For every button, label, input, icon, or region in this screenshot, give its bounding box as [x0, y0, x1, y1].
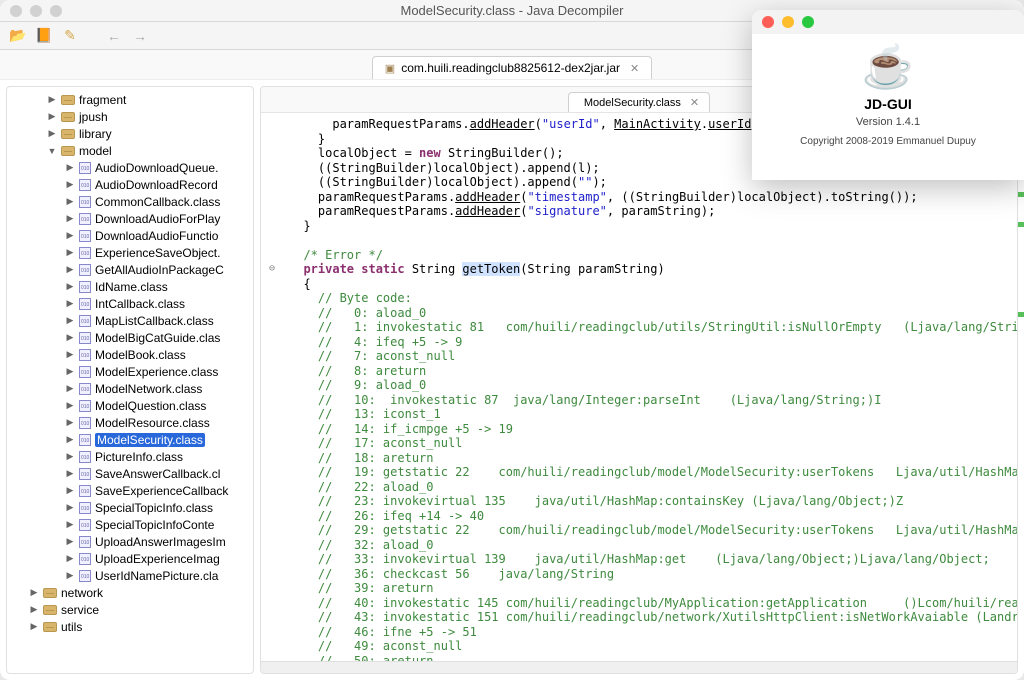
about-copyright: Copyright 2008-2019 Emmanuel Dupuy — [800, 136, 976, 147]
editor-tab[interactable]: ModelSecurity.class ✕ — [568, 92, 710, 112]
minimize-button[interactable] — [30, 5, 42, 17]
tree-item-class[interactable]: ▶DownloadAudioFunctio — [7, 227, 253, 244]
open-file-icon[interactable]: 📂 — [8, 26, 28, 46]
tree-item-class[interactable]: ▶SaveAnswerCallback.cl — [7, 465, 253, 482]
tree-item-network[interactable]: ▶network — [7, 584, 253, 601]
tree-item-class[interactable]: ▶CommonCallback.class — [7, 193, 253, 210]
tree-item-class[interactable]: ▶AudioDownloadQueue. — [7, 159, 253, 176]
class-icon — [79, 179, 91, 191]
class-icon — [79, 247, 91, 259]
marker[interactable] — [1018, 222, 1024, 227]
tree-item-class[interactable]: ▶IntCallback.class — [7, 295, 253, 312]
close-button[interactable] — [10, 5, 22, 17]
tree-item-class[interactable]: ▶IdName.class — [7, 278, 253, 295]
class-icon — [79, 570, 91, 582]
package-icon — [43, 588, 57, 598]
class-icon — [79, 451, 91, 463]
package-icon — [61, 95, 75, 105]
tree-item-class[interactable]: ▶ModelNetwork.class — [7, 380, 253, 397]
tree-item-class[interactable]: ▶UploadAnswerImagesIm — [7, 533, 253, 550]
class-icon — [79, 383, 91, 395]
package-icon — [61, 146, 75, 156]
package-tree[interactable]: ▶fragment ▶jpush ▶library ▼model ▶AudioD… — [6, 86, 254, 674]
package-icon — [43, 622, 57, 632]
tree-item-class[interactable]: ▶ModelSecurity.class — [7, 431, 253, 448]
class-icon — [79, 230, 91, 242]
class-icon — [79, 536, 91, 548]
marker[interactable] — [1018, 192, 1024, 197]
class-icon — [79, 366, 91, 378]
tree-item-class[interactable]: ▶SaveExperienceCallback — [7, 482, 253, 499]
tree-item-model[interactable]: ▼model — [7, 142, 253, 159]
tree-item-utils[interactable]: ▶utils — [7, 618, 253, 635]
tree-item-jpush[interactable]: ▶jpush — [7, 108, 253, 125]
class-icon — [79, 553, 91, 565]
zoom-button[interactable] — [50, 5, 62, 17]
close-tab-icon[interactable]: ✕ — [630, 62, 639, 75]
marker[interactable] — [1018, 312, 1024, 317]
class-icon — [79, 502, 91, 514]
tree-item-class[interactable]: ▶ExperienceSaveObject. — [7, 244, 253, 261]
tree-item-class[interactable]: ▶MapListCallback.class — [7, 312, 253, 329]
tree-item-class[interactable]: ▶DownloadAudioForPlay — [7, 210, 253, 227]
about-window: ☕ JD-GUI Version 1.4.1 Copyright 2008-20… — [752, 10, 1024, 180]
code-editor[interactable]: paramRequestParams.addHeader("userId", M… — [261, 113, 1017, 661]
java-coffee-icon: ☕ — [862, 42, 914, 92]
close-editor-tab-icon[interactable]: ✕ — [690, 96, 699, 109]
package-icon — [61, 129, 75, 139]
class-icon — [79, 162, 91, 174]
package-icon — [61, 112, 75, 122]
tree-item-class[interactable]: ▶AudioDownloadRecord — [7, 176, 253, 193]
about-titlebar — [752, 10, 1024, 34]
back-icon[interactable]: ← — [104, 26, 124, 46]
jar-icon: ▣ — [385, 62, 395, 75]
tree-item-class[interactable]: ▶GetAllAudioInPackageC — [7, 261, 253, 278]
class-icon — [79, 281, 91, 293]
class-icon — [79, 315, 91, 327]
tree-item-class[interactable]: ▶PictureInfo.class — [7, 448, 253, 465]
tree-item-service[interactable]: ▶service — [7, 601, 253, 618]
forward-icon[interactable]: → — [130, 26, 150, 46]
class-icon — [79, 349, 91, 361]
class-icon — [79, 400, 91, 412]
class-icon — [79, 298, 91, 310]
tree-item-class[interactable]: ▶UploadExperienceImag — [7, 550, 253, 567]
class-icon — [79, 332, 91, 344]
jar-tab-label: com.huili.readingclub8825612-dex2jar.jar — [401, 61, 620, 75]
class-icon — [79, 417, 91, 429]
tree-item-class[interactable]: ▶ModelBook.class — [7, 346, 253, 363]
class-icon — [79, 264, 91, 276]
tree-item-class[interactable]: ▶SpecialTopicInfo.class — [7, 499, 253, 516]
tree-item-library[interactable]: ▶library — [7, 125, 253, 142]
tree-item-class[interactable]: ▶UserIdNamePicture.cla — [7, 567, 253, 584]
fold-icon[interactable]: ⊖ — [265, 262, 279, 277]
class-icon — [79, 485, 91, 497]
about-version: Version 1.4.1 — [856, 116, 920, 128]
tree-item-class[interactable]: ▶ModelExperience.class — [7, 363, 253, 380]
about-app-name: JD-GUI — [864, 96, 911, 112]
class-icon — [79, 196, 91, 208]
horizontal-scrollbar[interactable] — [261, 661, 1017, 673]
class-icon — [79, 519, 91, 531]
tree-item-class[interactable]: ▶ModelBigCatGuide.clas — [7, 329, 253, 346]
traffic-lights-main — [10, 5, 62, 17]
class-icon — [79, 468, 91, 480]
wand-icon[interactable]: ✎ — [60, 26, 80, 46]
tree-item-class[interactable]: ▶ModelResource.class — [7, 414, 253, 431]
about-body: ☕ JD-GUI Version 1.4.1 Copyright 2008-20… — [752, 34, 1024, 155]
about-zoom-button[interactable] — [802, 16, 814, 28]
package-icon — [43, 605, 57, 615]
jar-tab[interactable]: ▣ com.huili.readingclub8825612-dex2jar.j… — [372, 56, 652, 79]
save-all-icon[interactable]: 📙 — [34, 26, 54, 46]
tree-item-class[interactable]: ▶ModelQuestion.class — [7, 397, 253, 414]
about-minimize-button[interactable] — [782, 16, 794, 28]
tree-item-fragment[interactable]: ▶fragment — [7, 91, 253, 108]
class-icon — [79, 213, 91, 225]
class-icon — [79, 434, 91, 446]
editor-tab-label: ModelSecurity.class — [584, 97, 681, 109]
about-close-button[interactable] — [762, 16, 774, 28]
tree-item-class[interactable]: ▶SpecialTopicInfoConte — [7, 516, 253, 533]
